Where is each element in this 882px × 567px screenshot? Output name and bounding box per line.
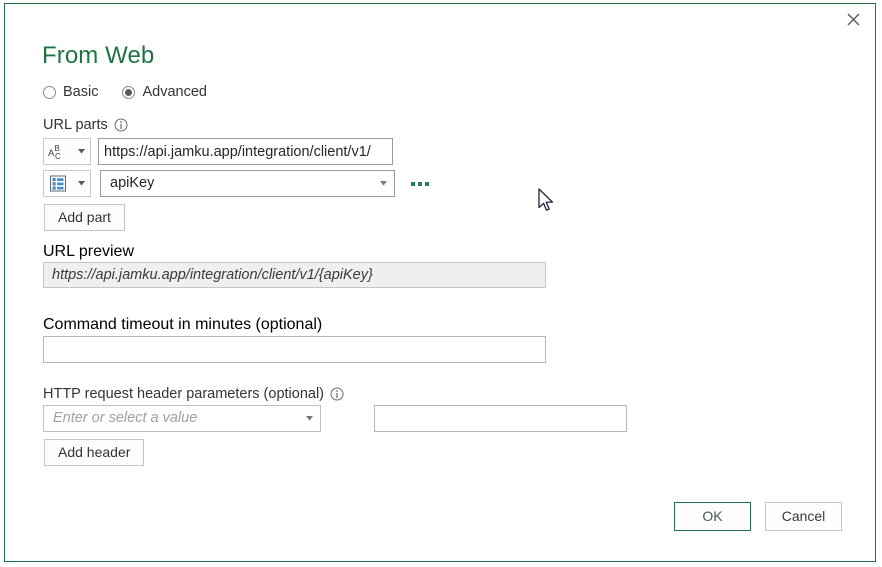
ellipsis-icon-dot-3	[425, 182, 429, 186]
url-part-type-picker-parameter[interactable]	[43, 170, 91, 197]
close-icon	[847, 13, 860, 26]
http-header-row: Enter or select a value	[43, 405, 627, 432]
command-timeout-label: Command timeout in minutes (optional)	[43, 316, 322, 334]
http-headers-label-row: HTTP request header parameters (optional…	[43, 385, 344, 403]
http-headers-label: HTTP request header parameters (optional…	[43, 385, 324, 403]
add-part-button[interactable]: Add part	[44, 204, 125, 231]
command-timeout-input[interactable]	[43, 336, 546, 363]
page-title: From Web	[42, 41, 154, 71]
url-part-text-input[interactable]	[98, 138, 393, 165]
parameter-list-icon	[48, 174, 70, 193]
url-preview-box: https://api.jamku.app/integration/client…	[43, 262, 546, 288]
url-preview-label: URL preview	[43, 243, 134, 261]
close-button[interactable]	[831, 4, 875, 35]
cancel-button[interactable]: Cancel	[765, 502, 842, 531]
chevron-down-icon	[78, 149, 85, 154]
url-preview-value: https://api.jamku.app/integration/client…	[52, 263, 373, 287]
from-web-dialog: From Web Basic Advanced URL parts	[4, 3, 876, 562]
dialog-footer: OK Cancel	[674, 502, 842, 531]
radio-basic-mark	[43, 86, 56, 99]
abc-text-icon: A B C	[48, 142, 70, 161]
chevron-down-icon	[78, 181, 85, 186]
dialog-content: From Web Basic Advanced URL parts	[5, 4, 875, 561]
mode-radio-group: Basic Advanced	[43, 84, 207, 100]
url-part-type-picker-text[interactable]: A B C	[43, 138, 91, 165]
chevron-down-icon	[380, 181, 387, 186]
svg-text:C: C	[55, 152, 61, 161]
radio-basic-label: Basic	[63, 84, 98, 100]
ok-button[interactable]: OK	[674, 502, 751, 531]
url-part-row-parameter: apiKey	[43, 170, 431, 197]
url-part-row-text: A B C	[43, 138, 393, 165]
http-header-name-combo[interactable]: Enter or select a value	[43, 405, 321, 432]
radio-advanced-mark	[122, 86, 135, 99]
radio-advanced-label: Advanced	[142, 84, 207, 100]
http-header-value-input[interactable]	[374, 405, 627, 432]
radio-advanced[interactable]: Advanced	[122, 84, 207, 100]
url-part-parameter-combo[interactable]: apiKey	[100, 170, 395, 197]
add-header-button[interactable]: Add header	[44, 439, 144, 466]
url-parts-label-row: URL parts	[43, 116, 128, 134]
ellipsis-icon-dot-1	[411, 182, 415, 186]
http-header-name-placeholder: Enter or select a value	[53, 406, 197, 431]
radio-basic[interactable]: Basic	[43, 84, 98, 100]
ellipsis-icon-dot-2	[418, 182, 422, 186]
info-icon[interactable]	[330, 387, 344, 401]
chevron-down-icon	[306, 416, 313, 421]
more-options-button[interactable]	[409, 178, 431, 190]
url-part-parameter-value: apiKey	[110, 171, 154, 196]
url-parts-label: URL parts	[43, 116, 108, 134]
info-icon[interactable]	[114, 118, 128, 132]
